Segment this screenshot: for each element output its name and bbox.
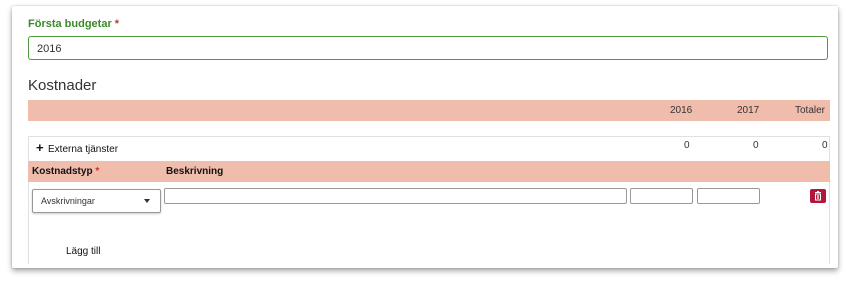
required-mark: * — [95, 166, 100, 177]
chevron-down-icon[interactable] — [144, 199, 150, 203]
column-header-2016: 2016 — [670, 105, 693, 116]
delete-row-button[interactable] — [810, 189, 826, 203]
first-budget-input[interactable]: 2016 — [28, 36, 828, 60]
add-row-button[interactable]: Lägg till — [66, 246, 100, 257]
group-total-sum: 0 — [822, 140, 828, 151]
budget-card: Första budgetar * 2016 Kostnader 2016 20… — [12, 6, 838, 268]
row-border-left — [28, 182, 29, 264]
group-label[interactable]: Externa tjänster — [48, 144, 118, 155]
description-input[interactable] — [164, 188, 627, 204]
description-header: Beskrivning — [166, 166, 224, 177]
cost-type-header: Kostnadstyp * — [32, 166, 99, 177]
cost-type-select[interactable]: Avskrivningar — [32, 189, 161, 213]
group-external-services[interactable] — [28, 136, 830, 161]
amount-2016-input[interactable] — [630, 188, 693, 204]
first-budget-label-text: Första budgetar — [28, 18, 112, 30]
column-header-2017: 2017 — [737, 105, 760, 116]
plus-icon[interactable]: + — [36, 141, 44, 154]
sub-header-band — [28, 161, 830, 182]
costs-section-title: Kostnader — [28, 77, 97, 94]
required-mark: * — [114, 18, 120, 30]
row-border-right — [829, 182, 830, 264]
cost-type-header-text: Kostnadstyp — [32, 166, 93, 177]
group-total-2016: 0 — [684, 140, 690, 151]
costs-header-band — [28, 100, 830, 121]
column-header-totals: Totaler — [795, 105, 826, 116]
amount-2017-input[interactable] — [697, 188, 760, 204]
trash-icon — [815, 191, 821, 201]
first-budget-label: Första budgetar * — [28, 18, 119, 30]
group-total-2017: 0 — [753, 140, 759, 151]
